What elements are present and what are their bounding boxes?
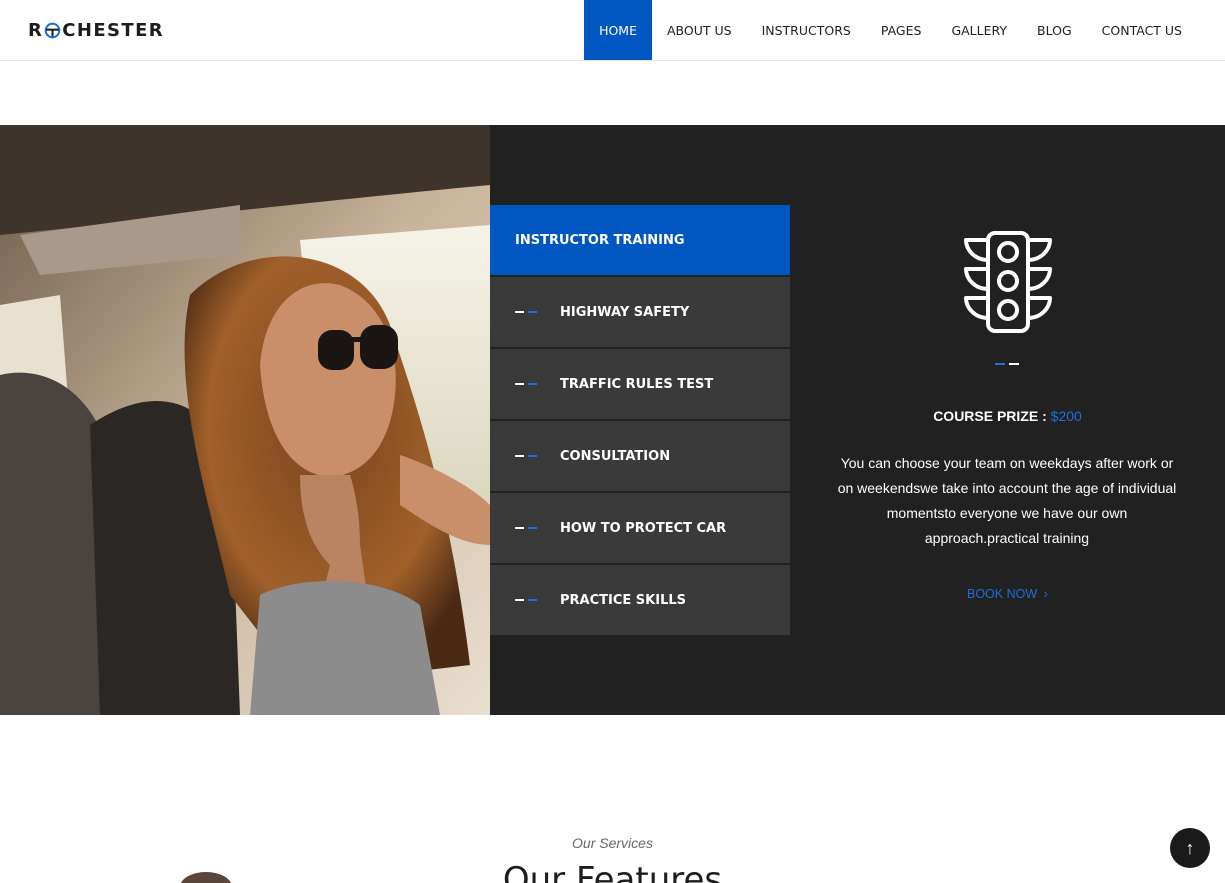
book-now-link[interactable]: BOOK NOW › xyxy=(790,586,1225,601)
tab-label: PRACTICE SKILLS xyxy=(560,592,686,608)
tab-instructor-training[interactable]: INSTRUCTOR TRAINING xyxy=(490,205,790,275)
nav-contact-us[interactable]: CONTACT US xyxy=(1087,0,1197,60)
nav-blog[interactable]: BLOG xyxy=(1022,0,1087,60)
traffic-light-icon xyxy=(964,231,1052,333)
tab-label: HIGHWAY SAFETY xyxy=(560,304,690,320)
tab-label: TRAFFIC RULES TEST xyxy=(560,376,714,392)
tab-highway-safety[interactable]: HIGHWAY SAFETY xyxy=(490,277,790,347)
nav-instructors[interactable]: INSTRUCTORS xyxy=(747,0,866,60)
scroll-to-top-button[interactable]: ↑ xyxy=(1170,828,1210,868)
nav-home[interactable]: HOME xyxy=(584,0,652,60)
course-detail: COURSE PRIZE : $200 You can choose your … xyxy=(790,125,1225,715)
logo[interactable]: R CHESTER xyxy=(28,19,164,41)
main-nav: HOME ABOUT US INSTRUCTORS PAGES GALLERY … xyxy=(584,0,1197,60)
logo-text-left: R xyxy=(28,19,44,41)
course-description: You can choose your team on weekdays aft… xyxy=(837,455,1177,546)
nav-about-us[interactable]: ABOUT US xyxy=(652,0,747,60)
tab-practice-skills[interactable]: PRACTICE SKILLS xyxy=(490,565,790,635)
course-section: INSTRUCTOR TRAINING HIGHWAY SAFETY TRAFF… xyxy=(0,125,1225,715)
course-prize: COURSE PRIZE : $200 xyxy=(790,408,1225,424)
tab-consultation[interactable]: CONSULTATION xyxy=(490,421,790,491)
arrow-up-icon: ↑ xyxy=(1185,837,1195,858)
nav-gallery[interactable]: GALLERY xyxy=(936,0,1022,60)
tab-label: HOW TO PROTECT CAR xyxy=(560,520,727,536)
tab-label: CONSULTATION xyxy=(560,448,671,464)
services-subtitle: Our Services xyxy=(572,835,653,851)
dash-icon xyxy=(515,599,560,601)
dash-icon xyxy=(515,311,560,313)
nav-pages[interactable]: PAGES xyxy=(866,0,937,60)
course-tabs: INSTRUCTOR TRAINING HIGHWAY SAFETY TRAFF… xyxy=(490,205,790,637)
chevron-right-icon: › xyxy=(1043,586,1048,601)
site-header: R CHESTER HOME ABOUT US INSTRUCTORS PAGE… xyxy=(0,0,1225,61)
dash-icon xyxy=(515,527,560,529)
divider-dash xyxy=(995,363,1025,365)
prize-value: $200 xyxy=(1050,408,1082,424)
dash-icon xyxy=(515,455,560,457)
driver-photo xyxy=(0,125,490,715)
tab-traffic-rules-test[interactable]: TRAFFIC RULES TEST xyxy=(490,349,790,419)
tab-how-to-protect-car[interactable]: HOW TO PROTECT CAR xyxy=(490,493,790,563)
logo-text-right: CHESTER xyxy=(62,19,165,41)
dash-icon xyxy=(515,383,560,385)
tab-label: INSTRUCTOR TRAINING xyxy=(515,232,685,248)
book-now-label: BOOK NOW xyxy=(967,587,1038,601)
steering-wheel-icon xyxy=(44,22,61,38)
prize-label: COURSE PRIZE : xyxy=(933,408,1051,424)
